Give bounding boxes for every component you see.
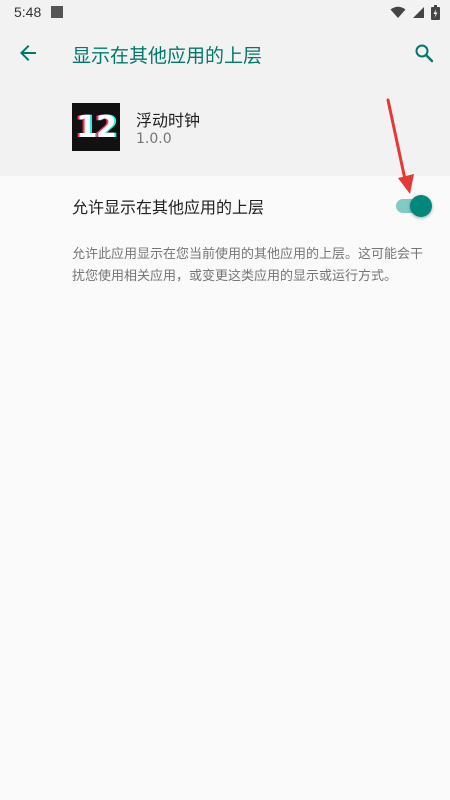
battery-icon (431, 4, 440, 20)
app-header: 12 浮动时钟 1.0.0 (0, 82, 450, 176)
page-title: 显示在其他应用的上层 (72, 45, 263, 67)
status-icons (390, 4, 440, 20)
signal-icon (413, 6, 424, 18)
overlay-permission-row[interactable]: 允许显示在其他应用的上层 (0, 176, 450, 232)
overlay-permission-switch[interactable] (394, 194, 432, 217)
wifi-icon (390, 6, 406, 18)
back-button[interactable] (14, 39, 42, 67)
app-bar: 显示在其他应用的上层 (0, 24, 450, 82)
notification-icon (51, 6, 64, 18)
search-button[interactable] (410, 39, 438, 67)
app-version: 1.0.0 (136, 131, 172, 147)
status-bar: 5:48 (0, 0, 450, 24)
app-icon: 12 (72, 103, 120, 151)
search-icon (415, 44, 434, 63)
overlay-permission-label: 允许显示在其他应用的上层 (72, 198, 265, 217)
app-icon-text: 12 (76, 109, 117, 145)
status-time: 5:48 (14, 4, 42, 20)
switch-thumb (410, 195, 432, 217)
arrow-back-icon (20, 45, 36, 61)
permission-description: 允许此应用显示在您当前使用的其他应用的上层。这可能会干扰您使用相关应用，或变更这… (72, 247, 424, 284)
app-name: 浮动时钟 (136, 111, 201, 130)
